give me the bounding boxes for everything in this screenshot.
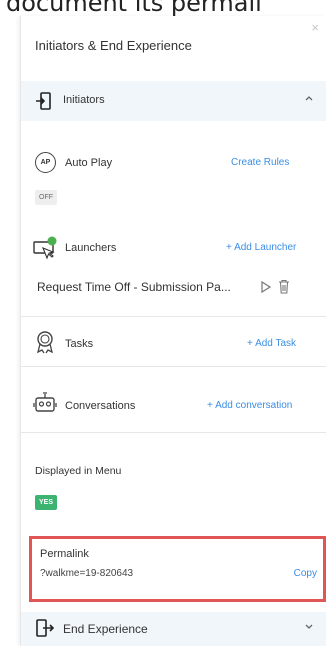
trash-icon[interactable] (278, 279, 290, 294)
conversations-label: Conversations (65, 400, 136, 412)
background-caption-text: document its permali (6, 0, 262, 16)
create-rules-link[interactable]: Create Rules (231, 157, 289, 168)
close-icon[interactable]: × (311, 20, 319, 35)
chevron-up-icon (305, 96, 313, 101)
autoplay-status-badge[interactable]: OFF (35, 190, 57, 205)
add-launcher-link[interactable]: + Add Launcher (226, 242, 296, 253)
divider (21, 316, 326, 317)
displayed-in-menu-label: Displayed in Menu (35, 465, 122, 477)
play-icon[interactable] (260, 280, 272, 294)
launcher-list-item[interactable]: Request Time Off - Submission Pa... (31, 272, 321, 302)
initiators-header-label: Initiators (63, 94, 105, 106)
panel-title: Initiators & End Experience (35, 38, 192, 53)
door-exit-icon (36, 619, 55, 637)
award-ribbon-icon (37, 331, 53, 354)
launchers-label: Launchers (65, 242, 117, 254)
add-conversation-link[interactable]: + Add conversation (207, 400, 292, 411)
end-experience-header-label: End Experience (63, 622, 148, 636)
divider (21, 432, 326, 433)
permalink-section: Permalink ?walkme=19-820643 Copy (29, 536, 326, 602)
divider (21, 366, 326, 367)
autoplay-icon: AP (35, 152, 56, 173)
initiators-panel: × Initiators & End Experience Initiators… (20, 16, 326, 646)
displayed-in-menu-badge[interactable]: YES (35, 495, 57, 510)
door-enter-icon (36, 92, 51, 110)
robot-icon (33, 392, 57, 412)
tasks-label: Tasks (65, 338, 94, 350)
end-experience-section-header[interactable]: End Experience (21, 612, 326, 646)
add-task-link[interactable]: + Add Task (247, 338, 296, 349)
permalink-label: Permalink (40, 548, 89, 560)
launcher-item-name[interactable]: Request Time Off - Submission Pa... (37, 280, 247, 294)
permalink-value: ?walkme=19-820643 (40, 568, 134, 579)
copy-permalink-button[interactable]: Copy (294, 568, 317, 579)
launcher-icon (33, 236, 57, 260)
chevron-down-icon (305, 624, 313, 629)
initiators-section-header[interactable]: Initiators (21, 81, 326, 121)
autoplay-label: Auto Play (65, 157, 113, 169)
